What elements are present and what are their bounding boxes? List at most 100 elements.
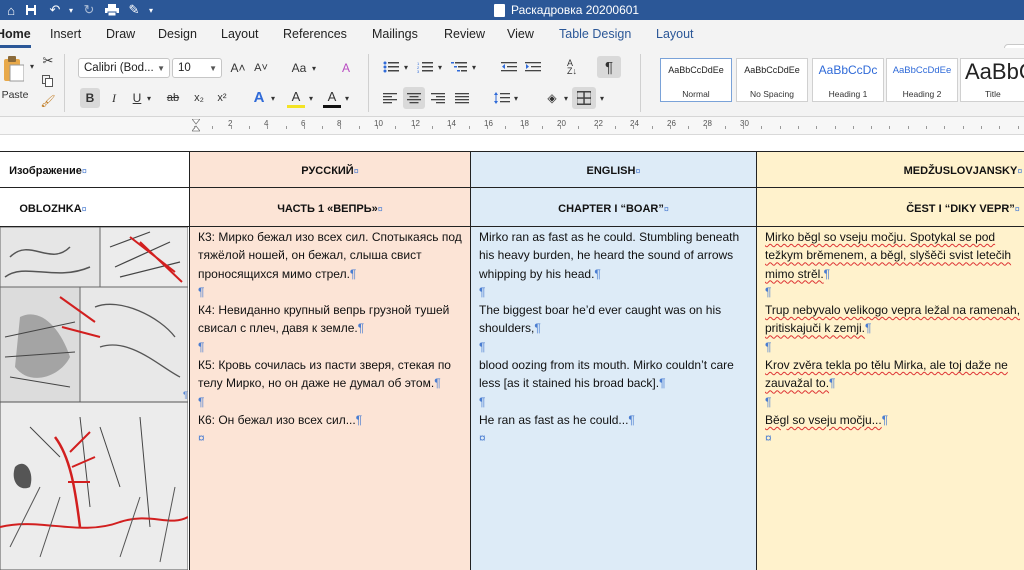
home-icon[interactable]: ⌂ [4, 0, 18, 20]
tab-review[interactable]: Review [444, 20, 485, 48]
font-color-button[interactable]: A [323, 88, 341, 108]
interslavic-paragraph: Běgl so vseju močju... [765, 412, 882, 427]
chevron-down-icon[interactable]: ▾ [310, 60, 318, 76]
superscript-button[interactable]: x² [214, 88, 230, 108]
highlight-color-button[interactable]: A [287, 88, 305, 108]
numbering-icon[interactable]: 123 [415, 58, 435, 76]
ruler-tick [212, 126, 213, 129]
align-center-icon[interactable] [403, 87, 425, 109]
table-border [0, 226, 1024, 227]
ruler-tick [798, 126, 799, 129]
header-russian[interactable]: РУССКИЙ¤ [190, 165, 470, 177]
tab-layout[interactable]: Layout [221, 20, 259, 48]
interslavic-cell[interactable]: Mirko běgl so vseju močju. Spotykal se p… [765, 228, 1024, 448]
row2-interslavic-label[interactable]: ČEST I “DIKY VEPR”¤ [757, 203, 1024, 215]
chevron-down-icon[interactable]: ▾ [307, 88, 315, 108]
tab-mailings[interactable]: Mailings [372, 20, 418, 48]
change-case-button[interactable]: Aa [289, 60, 309, 76]
tab-draw[interactable]: Draw [106, 20, 135, 48]
tab-references[interactable]: References [283, 20, 347, 48]
tab-insert[interactable]: Insert [50, 20, 81, 48]
cut-icon[interactable]: ✂ [41, 53, 55, 68]
sort-icon[interactable]: A Z↓ [563, 58, 581, 76]
chevron-down-icon[interactable]: ▾ [598, 89, 606, 107]
format-painter-icon[interactable]: 🖌 [40, 94, 55, 108]
shading-icon[interactable]: ◈ [543, 89, 561, 107]
chevron-down-icon[interactable]: ▾ [145, 88, 153, 108]
style-no-spacing[interactable]: AaBbCcDdEe No Spacing [736, 58, 808, 102]
ruler-number: 30 [740, 119, 749, 128]
justify-icon[interactable] [453, 89, 471, 107]
align-right-icon[interactable] [429, 89, 447, 107]
english-cell[interactable]: Mirko ran as fast as he could. Stumbling… [479, 228, 751, 448]
clear-formatting-button[interactable]: A [337, 60, 355, 76]
underline-button[interactable]: U [129, 88, 145, 108]
header-interslavic[interactable]: MEDŽUSLOVJANSKY¤ [757, 165, 1024, 177]
bold-button[interactable]: B [80, 88, 100, 108]
tab-design[interactable]: Design [158, 20, 197, 48]
paste-dropdown-icon[interactable]: ▾ [28, 62, 36, 71]
shrink-font-button[interactable]: A˅ [252, 60, 270, 76]
document-area[interactable]: Изображение¤ РУССКИЙ¤ ENGLISH¤ MEDŽUSLOV… [0, 135, 1024, 570]
undo-dropdown-icon[interactable]: ▾ [66, 0, 76, 20]
edit-document-icon[interactable]: ✎ [126, 0, 142, 20]
header-english[interactable]: ENGLISH¤ [471, 165, 756, 177]
increase-indent-icon[interactable] [524, 58, 542, 76]
header-russian-text: РУССКИЙ [301, 165, 354, 177]
ruler-tick [432, 126, 433, 129]
tab-table-design[interactable]: Table Design [559, 20, 631, 48]
paste-label[interactable]: Paste [0, 88, 30, 102]
style-heading-1[interactable]: AaBbCcDc Heading 1 [812, 58, 884, 102]
style-title[interactable]: AaBbC Title [960, 58, 1024, 102]
font-name-field[interactable]: Calibri (Bod... ▼ [78, 58, 170, 78]
header-interslavic-text: MEDŽUSLOVJANSKY [903, 165, 1018, 177]
storyboard-sketch-image[interactable] [0, 227, 188, 570]
chevron-down-icon[interactable]: ▾ [470, 58, 478, 76]
borders-icon[interactable] [572, 87, 596, 109]
horizontal-ruler[interactable]: 2 4 6 8 10 12 14 16 18 20 22 24 26 28 30 [0, 117, 1024, 135]
paste-icon[interactable] [0, 54, 26, 84]
tab-table-layout[interactable]: Layout [656, 20, 694, 48]
ruler-tick [725, 126, 726, 129]
tab-view[interactable]: View [507, 20, 534, 48]
chevron-down-icon[interactable]: ▾ [269, 88, 277, 108]
ruler-tick [505, 126, 506, 129]
chevron-down-icon[interactable]: ▾ [562, 89, 570, 107]
line-spacing-icon[interactable] [493, 89, 511, 107]
copy-icon[interactable] [41, 74, 55, 88]
chevron-down-icon[interactable]: ▾ [402, 58, 410, 76]
bullets-icon[interactable] [381, 58, 401, 76]
grow-font-button[interactable]: A˄ [229, 60, 247, 76]
decrease-indent-icon[interactable] [500, 58, 518, 76]
chevron-down-icon[interactable]: ▾ [436, 58, 444, 76]
text-effects-button[interactable]: A [250, 86, 268, 108]
style-normal[interactable]: AaBbCcDdEe Normal [660, 58, 732, 102]
ruler-number: 26 [667, 119, 676, 128]
print-icon[interactable] [104, 0, 120, 20]
undo-icon[interactable]: ↶ [46, 0, 64, 20]
font-size-field[interactable]: 10 ▼ [172, 58, 222, 78]
chevron-down-icon[interactable]: ▾ [512, 89, 520, 107]
customize-toolbar-icon[interactable]: ▾ [146, 0, 156, 20]
style-heading-2[interactable]: AaBbCcDdEe Heading 2 [886, 58, 958, 102]
save-icon[interactable] [24, 0, 38, 20]
ruler-tick [889, 126, 890, 129]
chevron-down-icon[interactable]: ▾ [343, 88, 351, 108]
row2-image-label[interactable]: OBLOZHKA¤ [0, 203, 106, 215]
ruler-tick [578, 126, 579, 129]
interslavic-paragraph: Krov zvěra tekla po tělu Mirka, ale toj … [765, 358, 1008, 391]
style-preview: AaBbCcDdEe [744, 65, 800, 75]
tab-home[interactable]: Home [0, 20, 31, 48]
strikethrough-button[interactable]: ab [163, 88, 183, 108]
italic-button[interactable]: I [106, 88, 122, 108]
align-left-icon[interactable] [381, 89, 399, 107]
ruler-tick [652, 126, 653, 129]
multilevel-list-icon[interactable] [449, 58, 469, 76]
subscript-button[interactable]: x₂ [191, 88, 207, 108]
russian-cell[interactable]: К3: Мирко бежал изо всех сил. Спотыкаясь… [198, 228, 464, 448]
row2-russian-label[interactable]: ЧАСТЬ 1 «ВЕПРЬ»¤ [190, 203, 470, 215]
row2-english-label[interactable]: CHAPTER I “BOAR”¤ [471, 203, 756, 215]
show-formatting-marks-button[interactable]: ¶ [597, 56, 621, 78]
ruler-number: 22 [594, 119, 603, 128]
header-image[interactable]: Изображение¤ [0, 165, 96, 177]
